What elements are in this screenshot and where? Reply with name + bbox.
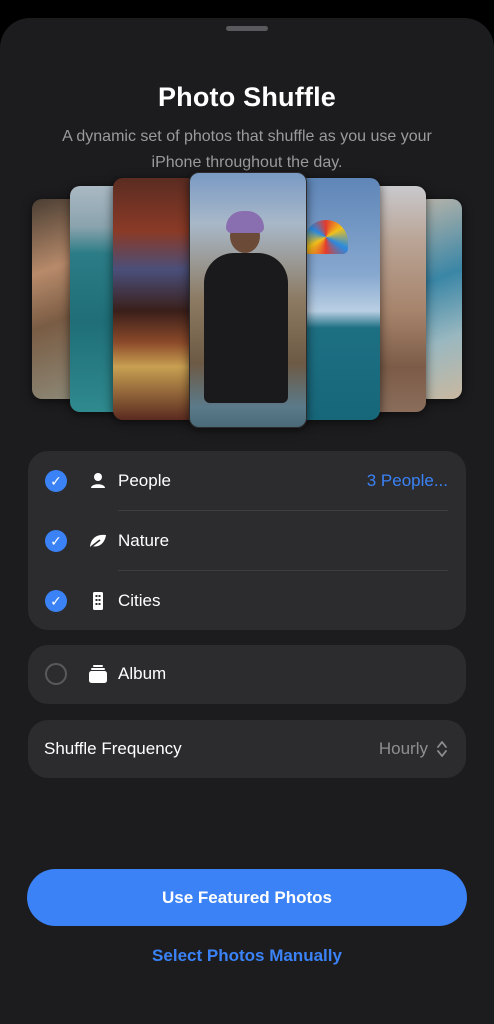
person-hat-shape xyxy=(226,211,264,233)
preview-photo-featured-person xyxy=(189,172,307,428)
preview-photo-theater-signs xyxy=(113,178,197,420)
parasail-shape xyxy=(304,220,348,254)
category-label: Nature xyxy=(118,531,170,550)
page-title: Photo Shuffle xyxy=(157,82,337,112)
album-label: Album xyxy=(118,664,167,683)
category-row-nature[interactable]: ✓ Nature xyxy=(28,511,466,571)
checkmark-icon[interactable]: ✓ xyxy=(45,590,67,612)
people-selection-link[interactable]: 3 People... xyxy=(367,470,448,492)
chevron-up-down-icon xyxy=(437,741,447,757)
shuffle-frequency-label: Shuffle Frequency xyxy=(44,739,182,758)
category-card: ✓ People 3 People... ✓ Nature ✓ Cities xyxy=(28,451,466,630)
leaf-icon xyxy=(90,534,106,548)
album-card[interactable]: Album xyxy=(28,645,466,704)
shuffle-frequency-value[interactable]: Hourly xyxy=(379,738,428,760)
category-label: Cities xyxy=(118,591,161,610)
shuffle-frequency-row[interactable]: Shuffle Frequency Hourly xyxy=(28,720,466,778)
album-stack-icon xyxy=(89,665,107,683)
category-row-people[interactable]: ✓ People 3 People... xyxy=(28,451,466,511)
building-icon xyxy=(93,592,103,610)
person-coat-shape xyxy=(204,253,288,403)
album-radio-button[interactable] xyxy=(45,663,67,685)
page-subtitle: A dynamic set of photos that shuffle as … xyxy=(62,128,432,171)
person-icon xyxy=(91,473,105,488)
checkmark-icon[interactable]: ✓ xyxy=(45,470,67,492)
preview-photo-parasail xyxy=(296,178,380,420)
use-featured-photos-button[interactable]: Use Featured Photos xyxy=(27,869,467,926)
select-photos-manually-button[interactable]: Select Photos Manually xyxy=(0,945,494,967)
category-label: People xyxy=(118,471,171,490)
category-row-cities[interactable]: ✓ Cities xyxy=(28,571,466,631)
sheet-grabber[interactable] xyxy=(226,26,268,31)
checkmark-icon[interactable]: ✓ xyxy=(45,530,67,552)
